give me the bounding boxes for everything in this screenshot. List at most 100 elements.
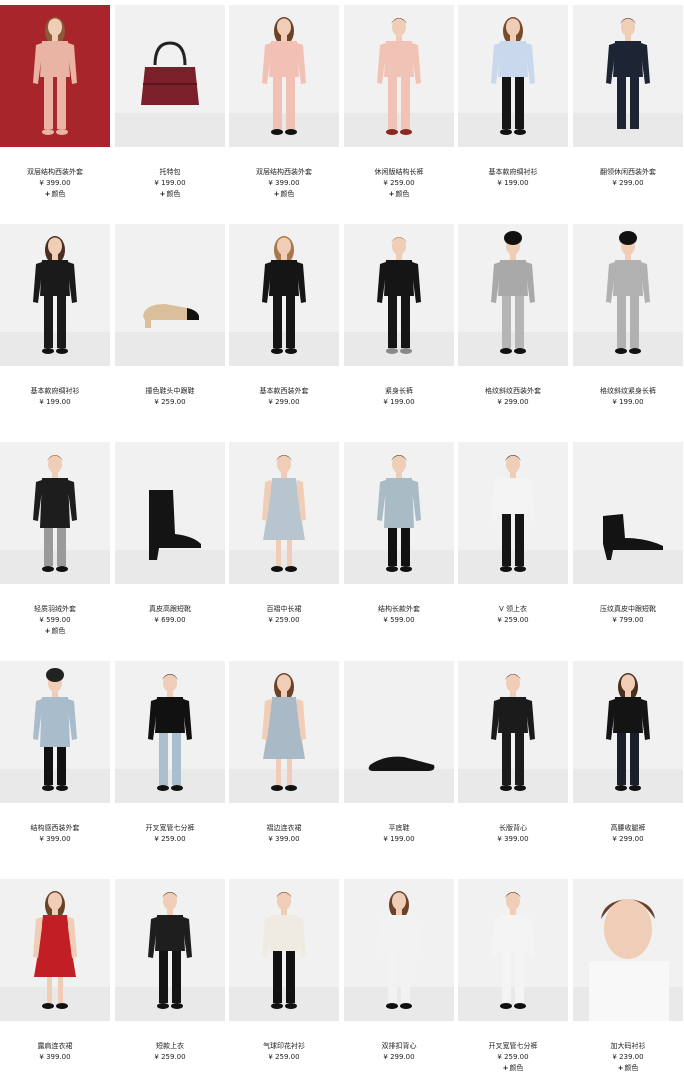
product-name[interactable]: 双层结构西装外套	[229, 167, 339, 178]
product-card[interactable]: 基本款西装外套 ¥ 299.00	[229, 224, 339, 434]
product-card[interactable]: 结构感西装外套 ¥ 399.00	[0, 661, 110, 871]
product-card[interactable]: 撞色鞋头中跟鞋 ¥ 259.00	[115, 224, 225, 434]
product-name[interactable]: 真皮高跟短靴	[115, 604, 225, 615]
product-price: ¥ 259.00	[268, 1053, 300, 1061]
product-image[interactable]	[573, 442, 683, 584]
product-name[interactable]: 格纹斜纹紧身长裤	[573, 386, 683, 397]
product-name[interactable]: 结构长款外套	[344, 604, 454, 615]
product-name[interactable]: 短款上衣	[115, 1041, 225, 1052]
product-name[interactable]: 双排扣背心	[344, 1041, 454, 1052]
product-image[interactable]	[115, 5, 225, 147]
product-name[interactable]: 高腰收腿裤	[573, 823, 683, 834]
product-card[interactable]: 褶边连衣裙 ¥ 399.00	[229, 661, 339, 871]
more-colors-link[interactable]: +颜色	[229, 189, 339, 200]
product-image[interactable]	[229, 661, 339, 803]
product-name[interactable]: V 领上衣	[458, 604, 568, 615]
product-image[interactable]	[344, 442, 454, 584]
product-image[interactable]	[573, 5, 683, 147]
product-name[interactable]: 休闲版结构长裤	[344, 167, 454, 178]
product-name[interactable]: 气球印花衬衫	[229, 1041, 339, 1052]
product-card[interactable]: 休闲版结构长裤 ¥ 259.00 +颜色	[344, 5, 454, 215]
product-image[interactable]	[458, 879, 568, 1021]
product-card[interactable]: 基本款府绸衬衫 ¥ 199.00	[458, 5, 568, 215]
product-image[interactable]	[229, 879, 339, 1021]
product-image[interactable]	[115, 224, 225, 366]
product-card[interactable]: 百褶中长裙 ¥ 259.00	[229, 442, 339, 652]
product-name[interactable]: 长版背心	[458, 823, 568, 834]
product-card[interactable]: 加大码衬衫 ¥ 239.00 +颜色	[573, 879, 683, 1089]
product-card[interactable]: 双层结构西装外套 ¥ 399.00 +颜色	[229, 5, 339, 215]
product-image[interactable]	[344, 661, 454, 803]
product-image[interactable]	[458, 224, 568, 366]
product-name[interactable]: 百褶中长裙	[229, 604, 339, 615]
product-name[interactable]: 平底鞋	[344, 823, 454, 834]
more-colors-link[interactable]: +颜色	[115, 189, 225, 200]
product-image[interactable]	[458, 661, 568, 803]
more-colors-link[interactable]: +颜色	[573, 1063, 683, 1074]
product-card[interactable]: 高腰收腿裤 ¥ 299.00	[573, 661, 683, 871]
product-image[interactable]	[115, 442, 225, 584]
product-name[interactable]: 褶边连衣裙	[229, 823, 339, 834]
product-card[interactable]: 轻质羽绒外套 ¥ 599.00 +颜色	[0, 442, 110, 652]
product-image[interactable]	[344, 5, 454, 147]
product-card[interactable]: V 领上衣 ¥ 259.00	[458, 442, 568, 652]
product-image[interactable]	[229, 224, 339, 366]
product-name[interactable]: 基本款府绸衬衫	[458, 167, 568, 178]
product-image[interactable]	[0, 5, 110, 147]
product-card[interactable]: 双排扣背心 ¥ 299.00	[344, 879, 454, 1089]
product-card[interactable]: 露肩连衣裙 ¥ 399.00	[0, 879, 110, 1089]
product-image[interactable]	[115, 661, 225, 803]
product-card[interactable]: 双层结构西装外套 ¥ 399.00 +颜色	[0, 5, 110, 215]
product-name[interactable]: 压纹真皮中跟短靴	[573, 604, 683, 615]
product-price: ¥ 259.00	[154, 1053, 186, 1061]
more-colors-link[interactable]: +颜色	[458, 1063, 568, 1074]
product-card[interactable]: 平底鞋 ¥ 199.00	[344, 661, 454, 871]
product-name[interactable]: 结构感西装外套	[0, 823, 110, 834]
product-image[interactable]	[0, 879, 110, 1021]
product-name[interactable]: 翻领休闲西装外套	[573, 167, 683, 178]
product-card[interactable]: 气球印花衬衫 ¥ 259.00	[229, 879, 339, 1089]
product-name[interactable]: 露肩连衣裙	[0, 1041, 110, 1052]
product-image[interactable]	[344, 879, 454, 1021]
product-image[interactable]	[458, 5, 568, 147]
product-card[interactable]: 结构长款外套 ¥ 599.00	[344, 442, 454, 652]
product-name[interactable]: 轻质羽绒外套	[0, 604, 110, 615]
more-colors-link[interactable]: +颜色	[344, 189, 454, 200]
product-image[interactable]	[344, 224, 454, 366]
product-name[interactable]: 开叉宽管七分裤	[115, 823, 225, 834]
product-image[interactable]	[229, 442, 339, 584]
product-image[interactable]	[0, 442, 110, 584]
model-ruffle-dress-figure	[262, 673, 306, 791]
product-image[interactable]	[573, 224, 683, 366]
product-image[interactable]	[573, 661, 683, 803]
product-card[interactable]: 翻领休闲西装外套 ¥ 299.00	[573, 5, 683, 215]
product-card[interactable]: 基本款府绸衬衫 ¥ 199.00	[0, 224, 110, 434]
product-image[interactable]	[115, 879, 225, 1021]
product-card[interactable]: 短款上衣 ¥ 259.00	[115, 879, 225, 1089]
product-image[interactable]	[0, 224, 110, 366]
product-image[interactable]	[573, 879, 683, 1021]
product-card[interactable]: 紧身长裤 ¥ 199.00	[344, 224, 454, 434]
product-name[interactable]: 撞色鞋头中跟鞋	[115, 386, 225, 397]
product-card[interactable]: 开叉宽管七分裤 ¥ 259.00	[115, 661, 225, 871]
product-name[interactable]: 开叉宽管七分裤	[458, 1041, 568, 1052]
product-card[interactable]: 压纹真皮中跟短靴 ¥ 799.00	[573, 442, 683, 652]
product-name[interactable]: 格纹斜纹西装外套	[458, 386, 568, 397]
product-name[interactable]: 基本款府绸衬衫	[0, 386, 110, 397]
product-card[interactable]: 托特包 ¥ 199.00 +颜色	[115, 5, 225, 215]
product-image[interactable]	[229, 5, 339, 147]
product-card[interactable]: 格纹斜纹西装外套 ¥ 299.00	[458, 224, 568, 434]
product-card[interactable]: 长版背心 ¥ 399.00	[458, 661, 568, 871]
product-name[interactable]: 双层结构西装外套	[0, 167, 110, 178]
more-colors-link[interactable]: +颜色	[0, 626, 110, 637]
more-colors-link[interactable]: +颜色	[0, 189, 110, 200]
product-name[interactable]: 紧身长裤	[344, 386, 454, 397]
product-name[interactable]: 托特包	[115, 167, 225, 178]
product-card[interactable]: 真皮高跟短靴 ¥ 699.00	[115, 442, 225, 652]
product-name[interactable]: 加大码衬衫	[573, 1041, 683, 1052]
product-card[interactable]: 格纹斜纹紧身长裤 ¥ 199.00	[573, 224, 683, 434]
product-card[interactable]: 开叉宽管七分裤 ¥ 259.00 +颜色	[458, 879, 568, 1089]
product-name[interactable]: 基本款西装外套	[229, 386, 339, 397]
product-image[interactable]	[458, 442, 568, 584]
product-image[interactable]	[0, 661, 110, 803]
